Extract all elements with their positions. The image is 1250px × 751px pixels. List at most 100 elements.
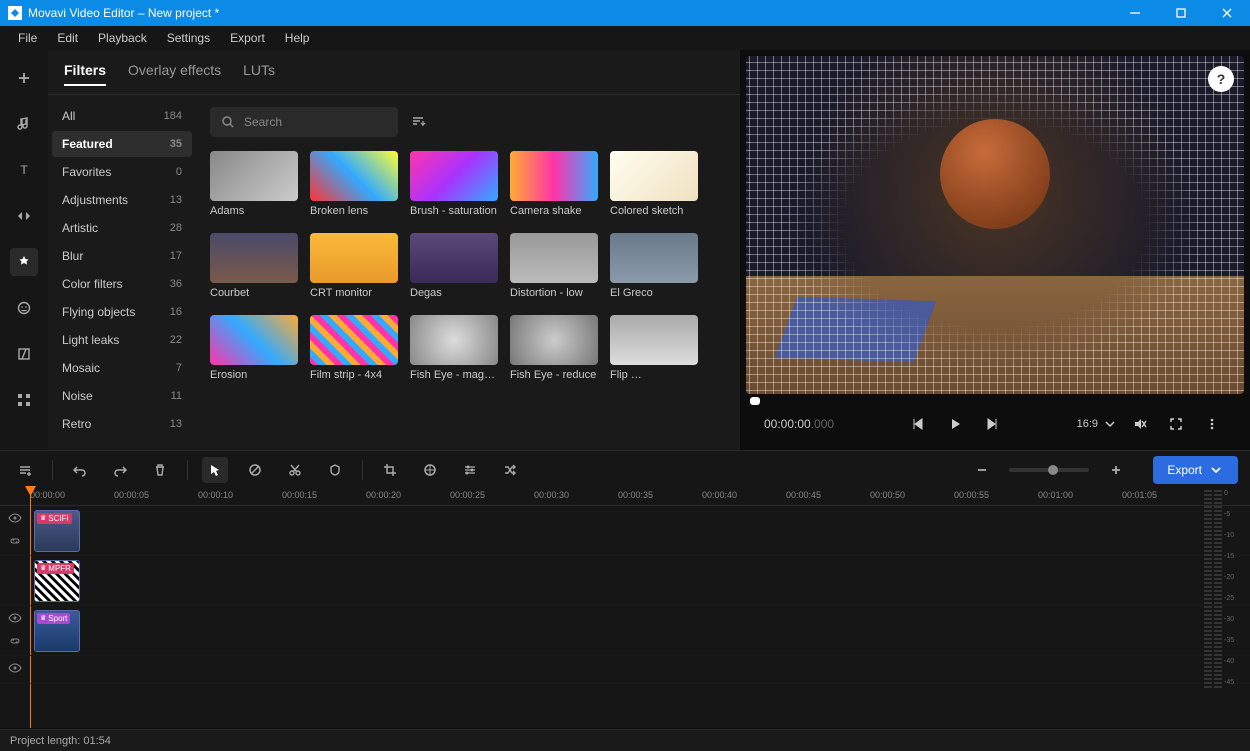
- add-media-button[interactable]: [10, 64, 38, 92]
- filter-item[interactable]: Broken lens: [310, 151, 398, 217]
- menu-export[interactable]: Export: [220, 28, 275, 48]
- cat-retro[interactable]: Retro13: [52, 411, 192, 437]
- audio-meters: 0-5-10-15-20-25-30-35-40-45: [1204, 488, 1246, 688]
- timeline-ruler[interactable]: 00:00:0000:00:0500:00:1000:00:1500:00:20…: [0, 488, 1250, 506]
- filter-item[interactable]: Film strip - 4x4: [310, 315, 398, 381]
- track-link-icon[interactable]: [7, 533, 23, 552]
- meter-label: -25: [1224, 595, 1234, 602]
- search-placeholder: Search: [244, 115, 282, 129]
- aspect-ratio-select[interactable]: 16:9: [1077, 416, 1118, 432]
- app-icon: [8, 6, 22, 20]
- cat-blur[interactable]: Blur17: [52, 243, 192, 269]
- more-icon[interactable]: [10, 386, 38, 414]
- menu-settings[interactable]: Settings: [157, 28, 220, 48]
- close-button[interactable]: [1204, 0, 1250, 26]
- color-tool[interactable]: [417, 457, 443, 483]
- prev-frame-button[interactable]: [905, 410, 933, 438]
- add-track-button[interactable]: [12, 457, 38, 483]
- crop-tool[interactable]: [377, 457, 403, 483]
- redo-button[interactable]: [107, 457, 133, 483]
- filter-item[interactable]: Flip …: [610, 315, 698, 381]
- search-input[interactable]: Search: [210, 107, 398, 137]
- cat-artistic[interactable]: Artistic28: [52, 215, 192, 241]
- minimize-button[interactable]: [1112, 0, 1158, 26]
- zoom-out-button[interactable]: [969, 457, 995, 483]
- sort-button[interactable]: [410, 113, 426, 132]
- tab-luts[interactable]: LUTs: [243, 62, 275, 86]
- filter-item[interactable]: El Greco: [610, 233, 698, 299]
- filter-item[interactable]: CRT monitor: [310, 233, 398, 299]
- fullscreen-button[interactable]: [1162, 410, 1190, 438]
- filter-item[interactable]: Degas: [410, 233, 498, 299]
- play-button[interactable]: [941, 410, 969, 438]
- tab-overlay[interactable]: Overlay effects: [128, 62, 221, 86]
- cat-colorfilters[interactable]: Color filters36: [52, 271, 192, 297]
- chevron-down-icon: [1208, 462, 1224, 478]
- filter-item[interactable]: Adams: [210, 151, 298, 217]
- undo-button[interactable]: [67, 457, 93, 483]
- track-visibility-icon[interactable]: [7, 510, 23, 529]
- filter-item[interactable]: Fish Eye - magnify: [410, 315, 498, 381]
- preview-panel: ? 00:00:00.000 16:9: [740, 50, 1250, 450]
- cat-all[interactable]: All184: [52, 103, 192, 129]
- titlebar: Movavi Video Editor – New project *: [0, 0, 1250, 26]
- elements-icon[interactable]: [10, 340, 38, 368]
- ruler-tick: 00:00:15: [282, 490, 317, 500]
- delete-button[interactable]: [147, 457, 173, 483]
- adjust-tool[interactable]: [457, 457, 483, 483]
- menu-file[interactable]: File: [8, 28, 47, 48]
- filter-item[interactable]: Fish Eye - reduce: [510, 315, 598, 381]
- meter-label: -40: [1224, 658, 1234, 665]
- tab-filters[interactable]: Filters: [64, 62, 106, 86]
- select-tool[interactable]: [202, 457, 228, 483]
- scrubber[interactable]: [746, 398, 1244, 404]
- filter-item[interactable]: Courbet: [210, 233, 298, 299]
- cat-favorites[interactable]: Favorites0: [52, 159, 192, 185]
- ruler-tick: 00:00:10: [198, 490, 233, 500]
- menu-edit[interactable]: Edit: [47, 28, 88, 48]
- timeline-clip[interactable]: ♛SCIFI: [34, 510, 80, 552]
- cat-flyingobjects[interactable]: Flying objects16: [52, 299, 192, 325]
- ruler-tick: 00:00:25: [450, 490, 485, 500]
- cat-noise[interactable]: Noise11: [52, 383, 192, 409]
- timeline-clip[interactable]: ♛MPFR: [34, 560, 80, 602]
- filter-item[interactable]: Camera shake: [510, 151, 598, 217]
- text-icon[interactable]: T: [10, 156, 38, 184]
- disable-tool[interactable]: [242, 457, 268, 483]
- zoom-slider[interactable]: [1009, 468, 1089, 472]
- export-button[interactable]: Export: [1153, 456, 1238, 484]
- cat-featured[interactable]: Featured35: [52, 131, 192, 157]
- zoom-in-button[interactable]: [1103, 457, 1129, 483]
- track-visibility-icon[interactable]: [7, 660, 23, 679]
- random-tool[interactable]: [497, 457, 523, 483]
- audio-icon[interactable]: [10, 110, 38, 138]
- meter-label: -5: [1224, 511, 1234, 518]
- transitions-icon[interactable]: [10, 202, 38, 230]
- filter-item[interactable]: Colored sketch: [610, 151, 698, 217]
- mute-button[interactable]: [1126, 410, 1154, 438]
- track-visibility-icon[interactable]: [7, 610, 23, 629]
- next-frame-button[interactable]: [977, 410, 1005, 438]
- cat-lightleaks[interactable]: Light leaks22: [52, 327, 192, 353]
- cat-mosaic[interactable]: Mosaic7: [52, 355, 192, 381]
- track-link-icon[interactable]: [7, 633, 23, 652]
- effects-icon[interactable]: [10, 248, 38, 276]
- preview-canvas[interactable]: ?: [746, 56, 1244, 394]
- meter-label: -45: [1224, 679, 1234, 686]
- menu-help[interactable]: Help: [275, 28, 320, 48]
- help-button[interactable]: ?: [1208, 66, 1234, 92]
- project-length: Project length: 01:54: [10, 735, 111, 747]
- timeline-clip[interactable]: ♛Sport: [34, 610, 80, 652]
- cat-adjustments[interactable]: Adjustments13: [52, 187, 192, 213]
- mask-tool[interactable]: [322, 457, 348, 483]
- more-options-button[interactable]: [1198, 410, 1226, 438]
- stickers-icon[interactable]: [10, 294, 38, 322]
- menu-playback[interactable]: Playback: [88, 28, 157, 48]
- filter-item[interactable]: Brush - saturation: [410, 151, 498, 217]
- filter-item[interactable]: Erosion: [210, 315, 298, 381]
- filter-item[interactable]: Distortion - low: [510, 233, 598, 299]
- cut-tool[interactable]: [282, 457, 308, 483]
- maximize-button[interactable]: [1158, 0, 1204, 26]
- meter-label: -35: [1224, 637, 1234, 644]
- ruler-tick: 00:00:55: [954, 490, 989, 500]
